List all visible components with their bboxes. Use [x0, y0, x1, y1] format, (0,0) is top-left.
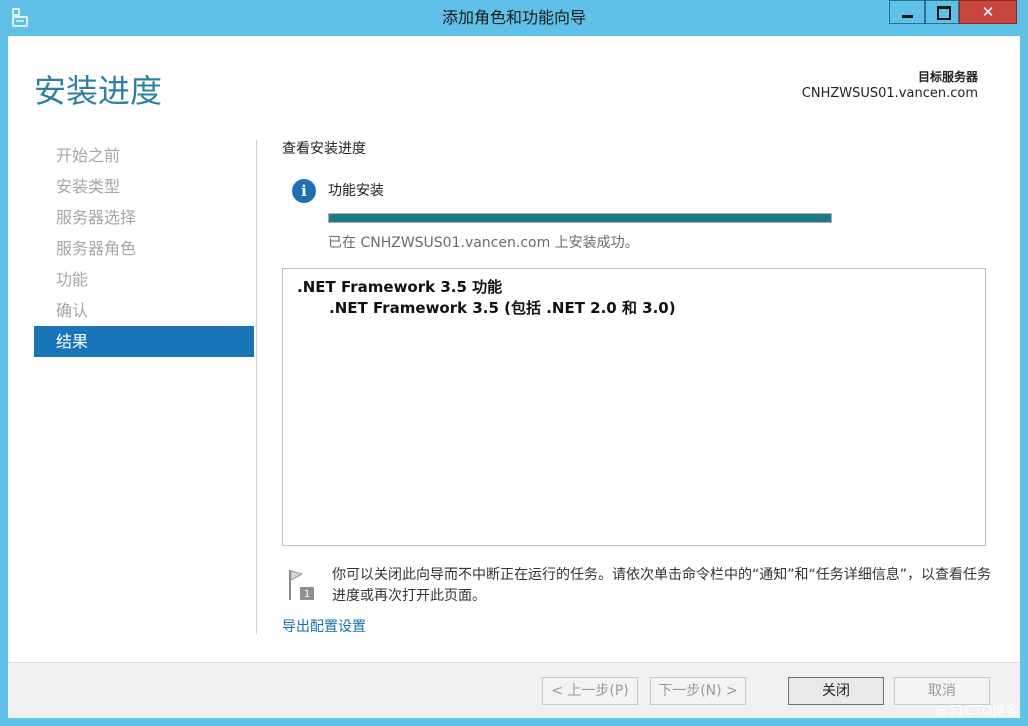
results-list[interactable]: .NET Framework 3.5 功能 .NET Framework 3.5…: [282, 268, 986, 546]
nav-item-server-selection[interactable]: 服务器选择: [34, 202, 254, 233]
install-progress-bar: [328, 213, 832, 223]
wizard-steps-nav: 开始之前 安装类型 服务器选择 服务器角色 功能 确认 结果: [34, 140, 254, 357]
info-icon: i: [292, 179, 316, 203]
close-window-button[interactable]: ✕: [959, 0, 1017, 24]
watermark: @51CTO博客: [935, 704, 1018, 719]
nav-item-features[interactable]: 功能: [34, 264, 254, 295]
nav-item-server-roles[interactable]: 服务器角色: [34, 233, 254, 264]
destination-server-value: CNHZWSUS01.vancen.com: [801, 86, 978, 101]
close-button[interactable]: 关闭: [788, 677, 884, 705]
nav-item-before-you-begin[interactable]: 开始之前: [34, 140, 254, 171]
wizard-note-text: 你可以关闭此向导而不中断正在运行的任务。请依次单击命令栏中的“通知”和“任务详细…: [332, 567, 992, 604]
close-icon: ✕: [981, 3, 995, 21]
page-title: 安装进度: [34, 72, 163, 110]
maximize-icon: [937, 6, 951, 20]
nav-item-confirmation[interactable]: 确认: [34, 295, 254, 326]
minimize-button[interactable]: [889, 0, 925, 24]
nav-item-results[interactable]: 结果: [34, 326, 254, 357]
minimize-icon: [902, 15, 913, 18]
feature-install-label: 功能安装: [328, 183, 384, 199]
nav-item-installation-type[interactable]: 安装类型: [34, 171, 254, 202]
flag-notification-icon: 1: [289, 570, 314, 600]
title-bar[interactable]: 添加角色和功能向导 ✕: [0, 0, 1028, 36]
next-button[interactable]: 下一步(N) >: [650, 677, 746, 705]
result-feature-group: .NET Framework 3.5 功能: [297, 278, 503, 296]
export-configuration-link[interactable]: 导出配置设置: [282, 616, 366, 636]
previous-button[interactable]: < 上一步(P): [542, 677, 638, 705]
install-status-text: 已在 CNHZWSUS01.vancen.com 上安装成功。: [328, 235, 639, 251]
maximize-button[interactable]: [925, 0, 959, 24]
notification-badge: 1: [304, 589, 310, 600]
wizard-window: 添加角色和功能向导 ✕ 安装进度 目标服务器 CNHZWSUS01.vancen…: [0, 0, 1028, 726]
progress-fill: [329, 214, 831, 222]
nav-divider: [256, 140, 257, 634]
wizard-footer: < 上一步(P) 下一步(N) > 关闭 取消: [8, 662, 1020, 718]
window-title: 添加角色和功能向导: [441, 8, 586, 27]
destination-server-label: 目标服务器: [917, 70, 978, 84]
section-title: 查看安装进度: [282, 141, 366, 157]
wizard-client-area: 安装进度 目标服务器 CNHZWSUS01.vancen.com 开始之前 安装…: [8, 36, 1020, 718]
result-feature-item: .NET Framework 3.5 (包括 .NET 2.0 和 3.0): [329, 299, 676, 317]
